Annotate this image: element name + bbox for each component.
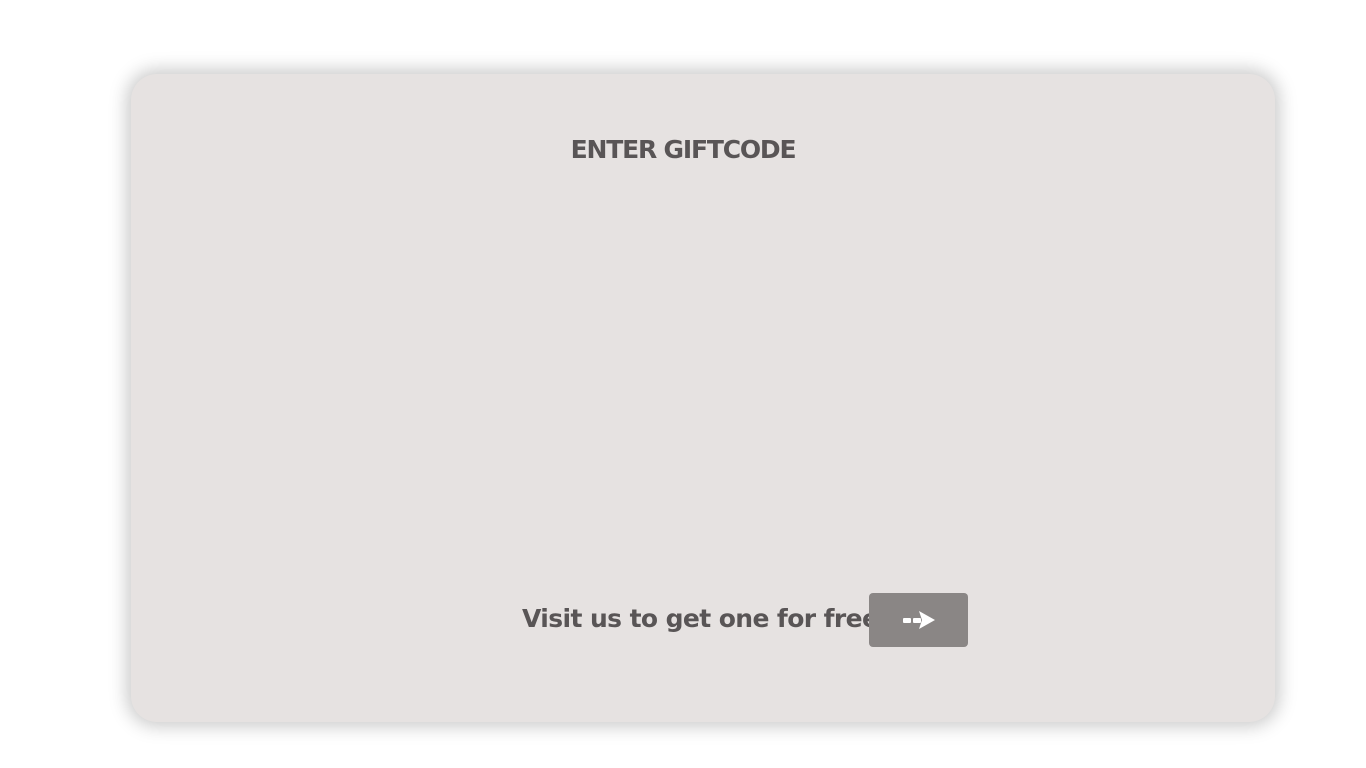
visit-text: Visit us to get one for free (522, 604, 879, 633)
visit-row: Visit us to get one for free (0, 593, 1366, 647)
arrow-right-icon (902, 609, 936, 631)
page-title: ENTER GIFTCODE (570, 135, 797, 164)
go-button[interactable] (869, 593, 968, 647)
